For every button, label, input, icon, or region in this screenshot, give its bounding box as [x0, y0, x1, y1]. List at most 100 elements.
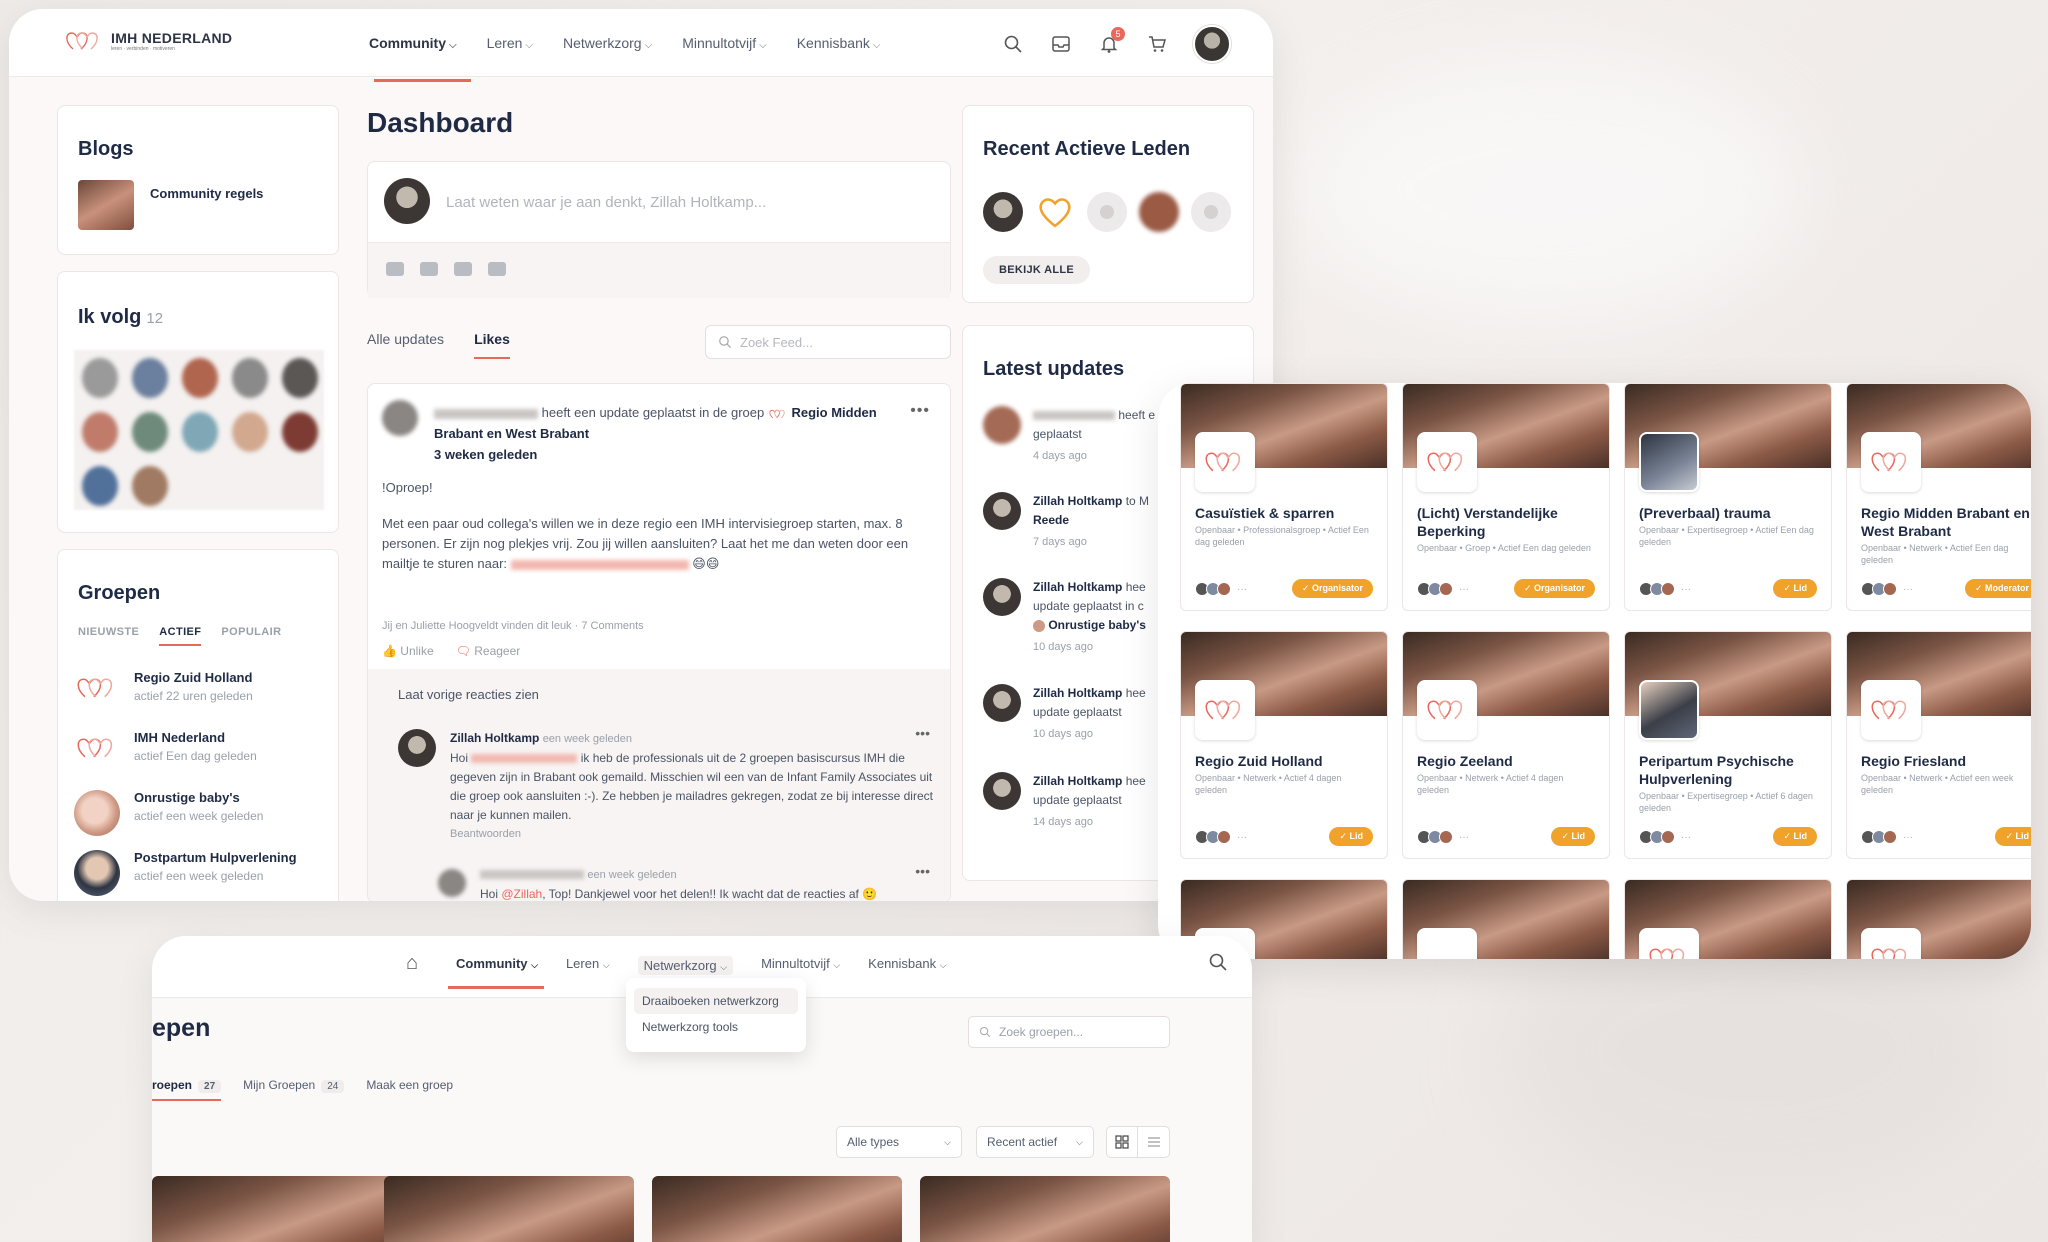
more-options-icon[interactable]: ••• [910, 402, 930, 420]
group-card[interactable]: Regio Friesland Openbaar • Netwerk • Act… [1846, 631, 2031, 859]
group-name[interactable]: (Preverbaal) trauma [1639, 504, 1819, 522]
menu-item-netwerkzorg-tools[interactable]: Netwerkzorg tools [634, 1014, 798, 1040]
nav-kennisbank[interactable]: Kennisbank ⌵ [868, 956, 946, 975]
reply-avatar[interactable] [438, 869, 466, 897]
group-card[interactable] [1846, 879, 2031, 959]
group-card[interactable]: Regio Zuid Holland Openbaar • Netwerk • … [1180, 631, 1388, 859]
bell-icon[interactable]: 5 [1097, 27, 1125, 56]
group-name[interactable]: Regio Friesland [1861, 752, 2031, 770]
avatar[interactable] [132, 466, 168, 506]
group-name[interactable]: Regio Zuid Holland [1195, 752, 1375, 770]
nav-community[interactable]: Community ⌵ [456, 956, 538, 975]
heart-icon[interactable] [1035, 192, 1075, 232]
list-item[interactable]: Onrustige baby's actief een week geleden [74, 790, 324, 850]
load-previous-comments[interactable]: Laat vorige reacties zien [398, 687, 539, 702]
post-time[interactable]: 3 weken geleden [434, 444, 914, 465]
membership-badge[interactable]: ✓ Lid [1551, 827, 1595, 846]
more-options-icon[interactable]: ••• [915, 725, 930, 741]
home-icon[interactable]: ⌂ [406, 952, 418, 975]
group-name[interactable]: Regio Midden Brabant en West Brabant [1861, 504, 2031, 540]
logo[interactable]: IMH NEDERLAND leren · verbinden · motive… [63, 27, 232, 55]
group-card[interactable] [152, 1176, 402, 1242]
more-options-icon[interactable]: ••• [915, 863, 930, 879]
nav-netwerkzorg[interactable]: Netwerkzorg ⌵ [637, 956, 734, 975]
document-icon[interactable] [454, 262, 472, 276]
group-card[interactable] [1402, 879, 1610, 959]
avatar[interactable] [983, 192, 1023, 232]
nav-kennisbank[interactable]: Kennisbank ⌵ [797, 35, 881, 51]
blog-item-label[interactable]: Community regels [150, 186, 263, 201]
post-author-avatar[interactable] [382, 400, 418, 436]
avatar[interactable] [132, 412, 168, 452]
avatar[interactable] [232, 412, 268, 452]
membership-badge[interactable]: ✓ Lid [1995, 827, 2031, 846]
avatar[interactable] [282, 358, 318, 398]
nav-leren[interactable]: Leren ⌵ [566, 956, 610, 975]
avatar[interactable] [182, 412, 218, 452]
tab-active[interactable]: ACTIEF [159, 626, 202, 646]
group-card[interactable] [652, 1176, 902, 1242]
comment-avatar[interactable] [398, 729, 436, 767]
unlike-button[interactable]: 👍 Unlike [382, 644, 434, 658]
nav-leren[interactable]: Leren ⌵ [487, 35, 533, 51]
nav-netwerkzorg[interactable]: Netwerkzorg ⌵ [563, 35, 652, 51]
membership-badge[interactable]: ✓ Lid [1773, 579, 1817, 598]
list-item[interactable]: Postpartum Hulpverlening actief een week … [74, 850, 324, 901]
membership-badge[interactable]: ✓ Lid [1773, 827, 1817, 846]
tab-my-groups[interactable]: Mijn Groepen 24 [243, 1078, 345, 1101]
nav-community[interactable]: Community ⌵ [369, 35, 457, 51]
inbox-icon[interactable] [1049, 32, 1073, 56]
blurred-email-link[interactable] [510, 559, 689, 570]
group-card[interactable] [384, 1176, 634, 1242]
tab-popular[interactable]: POPULAIR [221, 626, 281, 646]
camera-icon[interactable] [386, 262, 404, 276]
menu-item-draaiboeken[interactable]: Draaiboeken netwerkzorg [634, 988, 798, 1014]
nav-minnultotvijf[interactable]: Minnultotvijf ⌵ [761, 956, 840, 975]
avatar[interactable] [232, 358, 268, 398]
composer-input[interactable]: Laat weten waar je aan denkt, Zillah Hol… [446, 194, 766, 211]
default-avatar-icon[interactable] [1191, 192, 1231, 232]
avatar[interactable] [182, 358, 218, 398]
group-card[interactable]: Regio Midden Brabant en West Brabant Ope… [1846, 383, 2031, 611]
default-avatar-icon[interactable] [1087, 192, 1127, 232]
group-name[interactable]: (Licht) Verstandelijke Beperking [1417, 504, 1597, 540]
membership-badge[interactable]: ✓ Moderator [1964, 579, 2031, 598]
feed-search-input[interactable]: Zoek Feed... [705, 325, 951, 359]
search-icon[interactable] [1001, 32, 1025, 56]
tab-all-updates[interactable]: Alle updates [367, 331, 444, 359]
blog-thumbnail[interactable] [78, 180, 134, 230]
group-card[interactable]: (Licht) Verstandelijke Beperking Openbaa… [1402, 383, 1610, 611]
likes-line[interactable]: Jij en Juliette Hoogveldt vinden dit leu… [382, 620, 644, 632]
avatar[interactable] [132, 358, 168, 398]
sort-select[interactable]: Recent actief ⌵ [976, 1126, 1094, 1158]
search-icon[interactable] [1208, 952, 1228, 972]
group-card[interactable]: (Preverbaal) trauma Openbaar • Expertise… [1624, 383, 1832, 611]
group-card[interactable]: Casuïstiek & sparren Openbaar • Professi… [1180, 383, 1388, 611]
list-item[interactable]: IMH Nederland actief Een dag geleden [74, 730, 324, 790]
grid-view-icon[interactable] [1107, 1127, 1139, 1157]
avatar[interactable] [82, 466, 118, 506]
list-view-icon[interactable] [1138, 1127, 1169, 1157]
membership-badge[interactable]: ✓ Organisator [1513, 579, 1595, 598]
user-avatar[interactable] [1193, 25, 1231, 63]
avatar[interactable] [82, 412, 118, 452]
avatar[interactable] [1139, 192, 1179, 232]
tab-create-group[interactable]: Maak een groep [366, 1078, 453, 1101]
avatar[interactable] [82, 358, 118, 398]
group-card[interactable]: Peripartum Psychische Hulpverlening Open… [1624, 631, 1832, 859]
group-name[interactable]: Regio Zeeland [1417, 752, 1597, 770]
avatar[interactable] [282, 412, 318, 452]
cart-icon[interactable] [1145, 32, 1169, 56]
list-item[interactable]: Regio Zuid Holland actief 22 uren geleden [74, 670, 324, 730]
tab-likes[interactable]: Likes [474, 331, 510, 359]
membership-badge[interactable]: ✓ Organisator [1291, 579, 1373, 598]
tab-all-groups[interactable]: roepen 27 [152, 1078, 222, 1101]
group-name[interactable]: Casuïstiek & sparren [1195, 504, 1375, 522]
mention-link[interactable]: @Zillah [501, 887, 542, 901]
tab-newest[interactable]: NIEUWSTE [78, 626, 139, 646]
comment-author[interactable]: Zillah Holtkamp [450, 731, 539, 745]
gif-icon[interactable] [488, 262, 506, 276]
video-icon[interactable] [420, 262, 438, 276]
membership-badge[interactable]: ✓ Lid [1329, 827, 1373, 846]
reply-button[interactable]: 🗨 Reageer [456, 644, 521, 658]
